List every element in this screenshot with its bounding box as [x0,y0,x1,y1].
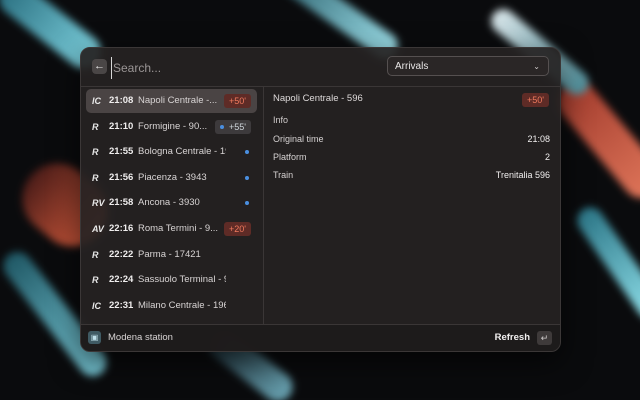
train-destination: Formigine - 90... [138,120,208,132]
train-time: 21:56 [109,171,134,183]
footer-bar: ▣ Modena station Refresh ↵ [81,324,560,351]
train-logo: R [92,275,99,286]
train-time: 22:31 [109,299,134,311]
train-list: IC 21:08 Napoli Centrale -... +50' R 21:10 For… [81,87,264,324]
chevron-down-icon: ⌄ [533,62,540,71]
train-logo: R [92,249,99,260]
delay-badge: +55' [215,119,251,134]
train-destination: Parma - 17421 [138,248,201,260]
train-row[interactable]: R 22:22 Parma - 17421 [86,243,257,267]
status-dot [245,201,249,206]
back-arrow-icon[interactable]: ← [92,59,107,74]
train-logo: AV [92,224,104,234]
detail-key: Original time [273,134,324,144]
train-destination: Ancona - 3930 [138,197,200,209]
train-row[interactable]: AV 22:16 Roma Termini - 9... +20' [86,217,257,241]
info-section-label: Info [273,115,289,125]
train-logo: IC [92,300,101,311]
delay-badge: +20' [224,222,251,236]
detail-value: Trenitalia 596 [495,170,550,180]
train-logo: RV [92,198,105,209]
train-time: 21:55 [109,146,134,158]
detail-key: Train [273,170,294,180]
train-destination: Napoli Centrale -... [138,95,218,106]
train-time: 22:24 [109,274,134,286]
detail-row-platform: Platform 2 [273,150,550,164]
detail-row-train: Train Trenitalia 596 [273,168,550,182]
train-time: 22:16 [109,223,134,234]
train-row[interactable]: R 22:24 Sassuolo Terminal - 901... [86,268,257,292]
train-row[interactable]: R 21:56 Piacenza - 3943 [86,166,257,190]
detail-value: 2 [544,152,550,162]
train-row[interactable]: IC 21:08 Napoli Centrale -... +50' [86,89,257,113]
status-dot [220,125,224,130]
train-destination: Roma Termini - 9... [138,223,219,234]
status-dot [245,175,249,180]
train-destination: Milano Centrale - 1963 [138,299,226,311]
enter-key-icon[interactable]: ↵ [537,331,552,345]
dropdown-selected-label: Arrivals [395,61,429,72]
search-input[interactable] [111,57,375,79]
train-time: 21:58 [109,197,134,209]
train-destination: Bologna Centrale - 19... [138,146,226,158]
detail-value: 21:08 [527,134,550,144]
detail-panel: Napoli Centrale - 596 +50' Info Original… [264,87,560,324]
delay-text: +55' [229,121,246,132]
detail-key: Platform [273,152,307,162]
train-destination: Piacenza - 3943 [138,171,207,183]
train-destination: Sassuolo Terminal - 901... [138,274,226,286]
station-label: Modena station [108,332,173,343]
train-row[interactable]: IC 22:31 Milano Centrale - 1963 [86,294,257,318]
train-row[interactable]: RV 21:58 Ancona - 3930 [86,191,257,215]
train-logo: IC [92,96,101,106]
train-time: 21:10 [109,120,134,132]
train-logo: R [92,121,99,132]
arrivals-dropdown[interactable]: Arrivals ⌄ [387,56,549,76]
train-icon: ▣ [88,331,101,344]
train-time: 21:08 [109,95,134,106]
status-dot [245,150,249,155]
search-bar: ← Arrivals ⌄ [81,48,560,87]
detail-row-original-time: Original time 21:08 [273,132,550,146]
train-row[interactable]: R 21:55 Bologna Centrale - 19... [86,140,257,164]
detail-title: Napoli Centrale - 596 [273,93,363,104]
train-logo: R [92,172,99,183]
command-window: ← Arrivals ⌄ IC 21:08 Napoli Centrale -...… [80,47,561,352]
train-logo: R [92,147,99,158]
train-row[interactable]: R 21:10 Formigine - 90... +55' [86,115,257,139]
delay-badge: +50' [224,94,251,108]
train-time: 22:22 [109,248,134,260]
refresh-button[interactable]: Refresh [495,325,530,351]
detail-delay-badge: +50' [522,93,549,107]
